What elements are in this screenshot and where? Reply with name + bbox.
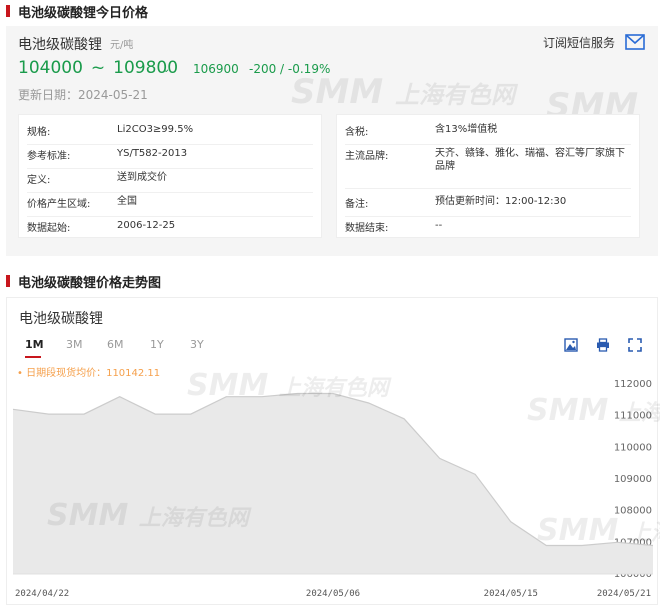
x-tick-label: 2024/04/22 (15, 589, 69, 599)
info-key: 价格产生区域: (27, 199, 91, 210)
active-tab-indicator (25, 356, 41, 358)
section-title: 电池级碳酸锂价格走势图 (18, 275, 162, 291)
price-trend-chart-card: 电池级碳酸锂 1M 3M 6M 1Y 3Y • 日期段现货均价：110142.1… (6, 297, 660, 605)
trend-down-icon: ⌄ (162, 64, 171, 75)
chart-legend-average: • 日期段现货均价：110142.11 (17, 368, 161, 379)
info-value: 全国 (117, 196, 137, 207)
info-value: 天齐、赣锋、雅化、瑞福、容汇等厂家旗下品牌 (435, 148, 625, 172)
x-tick-label: 2024/05/06 (306, 589, 360, 599)
info-value: 含13%增值税 (435, 124, 498, 135)
section-header-price-trend: 电池级碳酸锂价格走势图 (0, 272, 162, 291)
watermark: SMM 上海有色网 (291, 72, 515, 112)
info-key: 规格: (27, 127, 51, 138)
tab-6m[interactable]: 6M (107, 338, 124, 351)
average-price: 106900 (193, 62, 239, 76)
info-value: -- (435, 220, 443, 231)
info-key: 备注: (345, 199, 369, 210)
section-marker (6, 5, 10, 17)
section-header-today-price: 电池级碳酸锂今日价格 (0, 2, 149, 21)
image-download-icon[interactable] (564, 338, 578, 352)
tab-1m[interactable]: 1M (25, 338, 44, 351)
print-icon[interactable] (596, 338, 610, 352)
price-change: -200 / -0.19% (249, 62, 331, 76)
price-area-chart: 1060001070001080001090001100001110001120… (12, 379, 654, 599)
price-card: SMM 上海有色网 SMM 电池级碳酸锂 元/吨 104000 ~109800 ⌄… (6, 26, 658, 256)
tab-3m[interactable]: 3M (66, 338, 83, 351)
y-tick-label: 108000 (614, 506, 652, 517)
info-row: 主流品牌: 天齐、赣锋、雅化、瑞福、容汇等厂家旗下品牌 (345, 147, 631, 189)
tab-3y[interactable]: 3Y (190, 338, 204, 351)
fullscreen-icon[interactable] (628, 338, 642, 352)
tab-1y[interactable]: 1Y (150, 338, 164, 351)
info-key: 含税: (345, 127, 369, 138)
info-value: 送到成交价 (117, 172, 167, 183)
info-key: 参考标准: (27, 151, 71, 162)
info-row: 价格产生区域: 全国 (27, 195, 313, 217)
info-row: 含税: 含13%增值税 (345, 123, 631, 145)
info-value: YS/T582-2013 (117, 148, 188, 159)
product-unit: 元/吨 (110, 40, 134, 51)
info-row: 定义: 送到成交价 (27, 171, 313, 193)
section-marker (6, 275, 10, 287)
info-key: 定义: (27, 175, 51, 186)
info-row: 数据起始: 2006-12-25 (27, 219, 313, 237)
info-value: 2006-12-25 (117, 220, 176, 231)
price-separator: ~ (90, 58, 106, 78)
x-tick-label: 2024/05/21 (597, 589, 651, 599)
chart-title: 电池级碳酸锂 (19, 311, 103, 327)
price-area (13, 393, 653, 574)
price-low: 104000 (18, 58, 83, 78)
section-title: 电池级碳酸锂今日价格 (18, 5, 149, 21)
x-tick-label: 2024/05/15 (484, 589, 538, 599)
info-key: 数据起始: (27, 223, 71, 234)
info-key: 主流品牌: (345, 151, 389, 162)
product-name: 电池级碳酸锂 (18, 37, 102, 53)
info-row: 参考标准: YS/T582-2013 (27, 147, 313, 169)
info-row: 备注: 预估更新时间：12:00-12:30 (345, 195, 631, 217)
info-row: 规格: Li2CO3≥99.5% (27, 123, 313, 145)
info-table-right: 含税: 含13%增值税 主流品牌: 天齐、赣锋、雅化、瑞福、容汇等厂家旗下品牌 … (336, 114, 640, 238)
info-row: 数据结束: -- (345, 219, 631, 237)
y-tick-label: 109000 (614, 474, 652, 485)
info-value: Li2CO3≥99.5% (117, 124, 194, 135)
y-tick-label: 112000 (614, 379, 652, 390)
mail-icon[interactable] (625, 34, 645, 50)
info-table-left: 规格: Li2CO3≥99.5% 参考标准: YS/T582-2013 定义: … (18, 114, 322, 238)
y-tick-label: 110000 (614, 442, 652, 453)
update-date: 更新日期：2024-05-21 (18, 88, 148, 102)
y-tick-label: 111000 (614, 411, 652, 422)
info-value: 预估更新时间：12:00-12:30 (435, 196, 567, 207)
price-range: 104000 ~109800 (18, 58, 178, 78)
info-key: 数据结束: (345, 223, 389, 234)
subscribe-sms-button[interactable]: 订阅短信服务 (543, 34, 615, 51)
